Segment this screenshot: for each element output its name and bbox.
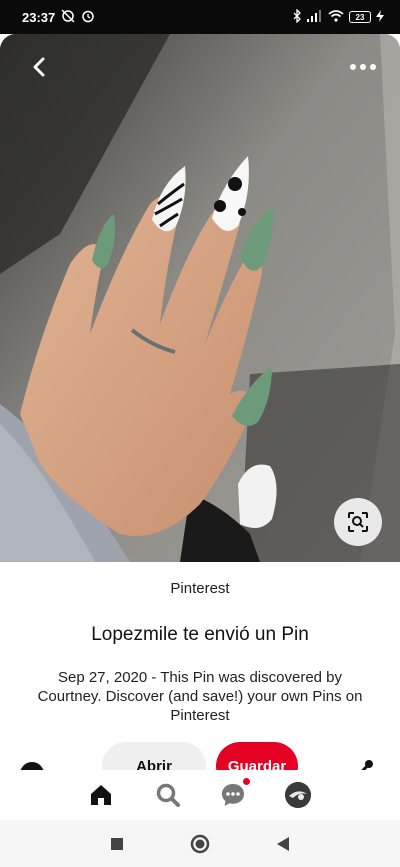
lens-search-icon <box>348 512 368 532</box>
home-button[interactable] <box>189 833 211 855</box>
pin-source[interactable]: Pinterest <box>0 580 400 597</box>
pin-image[interactable] <box>0 34 400 562</box>
signal-icon <box>307 9 323 25</box>
share-icon[interactable] <box>350 760 374 770</box>
triangle-back-icon <box>277 837 289 851</box>
back-button[interactable] <box>24 52 54 82</box>
more-dots-icon <box>350 64 376 70</box>
pin-details: Pinterest Lopezmile te envió un Pin Sep … <box>0 562 400 770</box>
android-nav-bar <box>0 820 400 867</box>
pin-description: Sep 27, 2020 - This Pin was discovered b… <box>37 669 363 724</box>
home-tab[interactable] <box>86 780 116 810</box>
messages-icon <box>222 784 244 806</box>
search-icon <box>156 783 180 807</box>
pin-photo <box>0 34 400 562</box>
status-bar: 23:37 23 <box>0 0 400 34</box>
recents-button[interactable] <box>106 833 128 855</box>
chevron-left-icon <box>33 57 45 77</box>
alarm-icon <box>81 9 95 26</box>
alarm-off-icon <box>61 8 75 26</box>
more-options-button[interactable] <box>348 56 378 78</box>
bottom-nav <box>0 770 400 820</box>
search-tab[interactable] <box>153 780 183 810</box>
circle-icon <box>190 834 210 854</box>
wifi-icon <box>328 9 344 25</box>
creator-avatar[interactable] <box>20 762 44 770</box>
visual-search-button[interactable] <box>334 498 382 546</box>
battery-level: 23 <box>355 12 365 22</box>
pin-title: Lopezmile te envió un Pin <box>91 624 309 645</box>
bluetooth-icon <box>292 7 302 26</box>
messages-tab[interactable] <box>218 778 250 810</box>
charging-icon <box>376 9 384 25</box>
save-button[interactable]: Guardar <box>216 742 298 770</box>
profile-avatar <box>285 782 311 808</box>
notification-dot <box>243 778 250 785</box>
battery-icon: 23 <box>349 11 371 23</box>
home-icon <box>91 785 111 805</box>
open-button[interactable]: Abrir <box>102 742 206 770</box>
action-row: Abrir Guardar <box>0 742 400 770</box>
status-time: 23:37 <box>22 9 56 25</box>
profile-tab[interactable] <box>283 780 313 810</box>
back-nav-button[interactable] <box>272 833 294 855</box>
square-icon <box>111 838 123 850</box>
